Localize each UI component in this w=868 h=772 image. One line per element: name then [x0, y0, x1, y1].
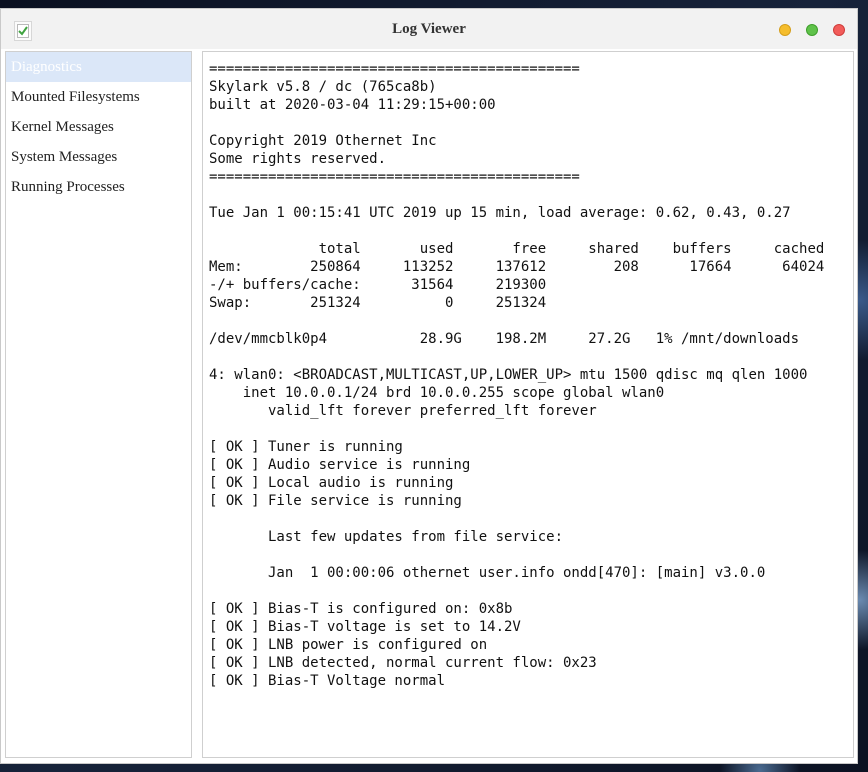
log-line: [ OK ] Local audio is running [209, 475, 454, 491]
log-line: Swap: 251324 0 251324 [209, 295, 547, 311]
log-line: [ OK ] Tuner is running [209, 439, 403, 455]
log-line: Last few updates from file service: [209, 529, 564, 545]
log-line: Skylark v5.8 / dc (765ca8b) [209, 79, 437, 95]
log-line: [ OK ] Bias-T is configured on: 0x8b [209, 601, 513, 617]
sidebar-item-kernel-messages[interactable]: Kernel Messages [6, 112, 191, 142]
sidebar-item-label: Diagnostics [11, 59, 82, 75]
log-line: [ OK ] Bias-T Voltage normal [209, 673, 446, 689]
log-line: total used free shared buffers cached [209, 241, 825, 257]
maximize-button[interactable] [806, 24, 818, 36]
title-bar[interactable]: Log Viewer [1, 9, 857, 49]
log-line: inet 10.0.0.1/24 brd 10.0.0.255 scope gl… [209, 385, 665, 401]
log-line: [ OK ] Bias-T voltage is set to 14.2V [209, 619, 521, 635]
log-line: Mem: 250864 113252 137612 208 17664 6402… [209, 259, 825, 275]
minimize-button[interactable] [779, 24, 791, 36]
log-panel[interactable]: ========================================… [202, 51, 854, 758]
log-line: [ OK ] LNB power is configured on [209, 637, 488, 653]
log-line: [ OK ] File service is running [209, 493, 462, 509]
log-line: -/+ buffers/cache: 31564 219300 [209, 277, 547, 293]
log-output: ========================================… [209, 60, 824, 690]
log-line: Jan 1 00:00:06 othernet user.info ondd[4… [209, 565, 766, 581]
log-line: ========================================… [209, 61, 580, 77]
sidebar-item-mounted-filesystems[interactable]: Mounted Filesystems [6, 82, 191, 112]
log-line: [ OK ] LNB detected, normal current flow… [209, 655, 597, 671]
sidebar-item-label: Mounted Filesystems [11, 89, 140, 105]
log-line: /dev/mmcblk0p4 28.9G 198.2M 27.2G 1% /mn… [209, 331, 800, 347]
log-line: Some rights reserved. [209, 151, 387, 167]
log-line: built at 2020-03-04 11:29:15+00:00 [209, 97, 496, 113]
log-line: ========================================… [209, 169, 580, 185]
log-line: Tue Jan 1 00:15:41 UTC 2019 up 15 min, l… [209, 205, 791, 221]
log-line: valid_lft forever preferred_lft forever [209, 403, 597, 419]
log-viewer-window: Log Viewer Diagnostics Mounted Filesyste… [0, 8, 858, 764]
log-line: Copyright 2019 Othernet Inc [209, 133, 437, 149]
sidebar: Diagnostics Mounted Filesystems Kernel M… [5, 51, 192, 758]
window-title: Log Viewer [392, 21, 466, 37]
sidebar-item-running-processes[interactable]: Running Processes [6, 172, 191, 202]
sidebar-item-label: Kernel Messages [11, 119, 114, 135]
sidebar-item-label: System Messages [11, 149, 118, 165]
close-button[interactable] [833, 24, 845, 36]
sidebar-item-label: Running Processes [11, 179, 125, 195]
log-line: [ OK ] Audio service is running [209, 457, 471, 473]
log-line: 4: wlan0: <BROADCAST,MULTICAST,UP,LOWER_… [209, 367, 808, 383]
sidebar-item-diagnostics[interactable]: Diagnostics [6, 52, 191, 82]
sidebar-item-system-messages[interactable]: System Messages [6, 142, 191, 172]
